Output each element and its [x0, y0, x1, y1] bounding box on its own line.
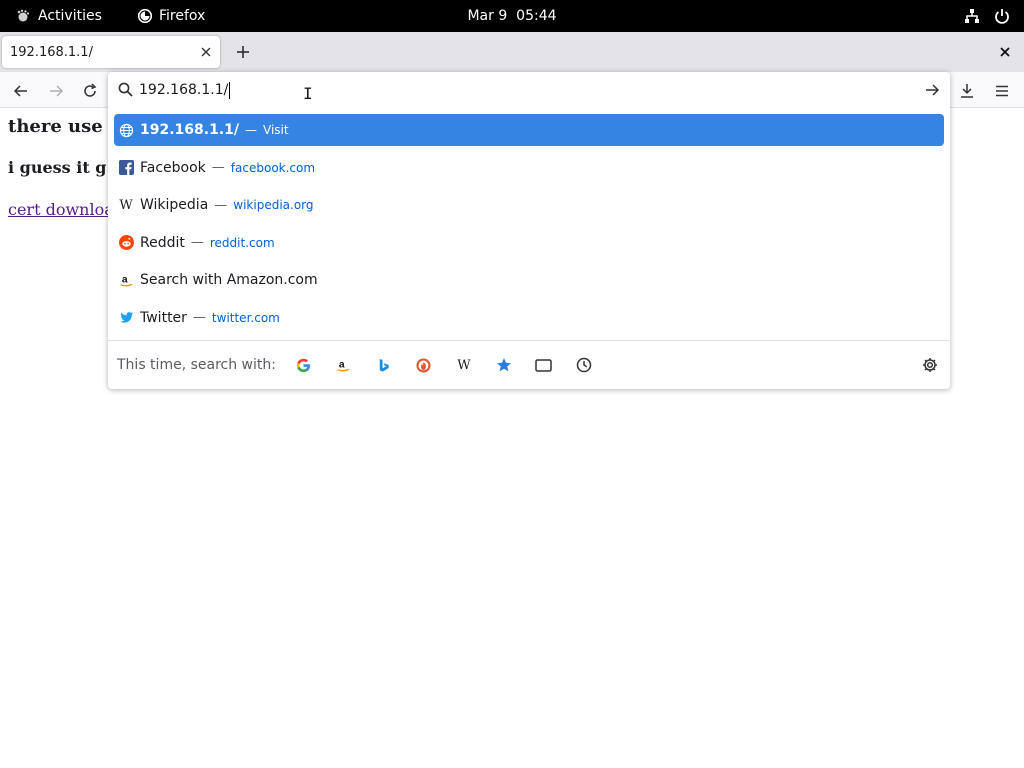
result-separator: —: [211, 160, 225, 176]
result-separator: —: [190, 235, 204, 251]
wikipedia-icon: W: [119, 197, 133, 213]
app-menu[interactable]: Firefox: [138, 0, 205, 32]
result-title: Facebook: [140, 159, 206, 176]
result-reddit-row[interactable]: Reddit — reddit.com: [114, 227, 944, 259]
text-caret: [229, 81, 231, 99]
oneoff-label: This time, search with:: [117, 357, 276, 373]
google-icon[interactable]: [290, 351, 318, 379]
tab-active[interactable]: 192.168.1.1/: [2, 36, 220, 68]
search-engine-buttons: a W: [290, 351, 598, 379]
search-icon: [118, 82, 133, 101]
urlbar-results: 192.168.1.1/ — Visit Facebook — facebook…: [114, 114, 944, 340]
result-wikipedia-row[interactable]: W Wikipedia — wikipedia.org: [114, 189, 944, 221]
result-title: Search with Amazon.com: [140, 272, 318, 289]
new-tab-icon[interactable]: [232, 41, 254, 63]
clock[interactable]: Mar 9 05:44: [467, 8, 556, 24]
result-facebook-row[interactable]: Facebook — facebook.com: [114, 152, 944, 184]
one-off-search-bar: This time, search with: a W: [108, 341, 950, 389]
system-top-bar: Activities Firefox Mar 9 05:44: [0, 0, 1024, 32]
tab-title: 192.168.1.1/: [10, 44, 93, 60]
result-url: reddit.com: [209, 235, 275, 250]
history-icon[interactable]: [570, 351, 598, 379]
amazon-icon: a: [118, 272, 134, 288]
reddit-icon: [118, 235, 134, 251]
result-title: Reddit: [140, 234, 185, 251]
forward-icon[interactable]: [43, 78, 69, 104]
result-amazon-search-row[interactable]: a Search with Amazon.com: [114, 264, 944, 296]
clock-time: 05:44: [516, 8, 557, 24]
result-separator: —: [192, 310, 206, 326]
gnome-foot-icon: [17, 9, 30, 22]
result-visit-row[interactable]: 192.168.1.1/ — Visit: [114, 114, 944, 146]
mouse-ibeam-cursor-icon: I: [303, 84, 313, 103]
window-close-icon[interactable]: [994, 41, 1016, 63]
duckduckgo-icon[interactable]: [410, 351, 438, 379]
search-settings-gear-icon[interactable]: [920, 355, 940, 375]
result-separator: —: [245, 123, 257, 137]
tab-strip: 192.168.1.1/: [0, 32, 1024, 72]
power-icon: [995, 9, 1009, 24]
svg-text:a: a: [121, 274, 127, 285]
twitter-icon: [118, 310, 134, 326]
bookmarks-icon[interactable]: [490, 351, 518, 379]
result-title: Wikipedia: [140, 197, 209, 214]
firefox-app-icon: [138, 9, 152, 23]
result-title: Twitter: [140, 309, 187, 326]
activities-button[interactable]: Activities: [16, 0, 102, 32]
svg-text:a: a: [339, 359, 345, 370]
network-icon: [965, 9, 979, 23]
go-arrow-icon[interactable]: [922, 80, 942, 100]
reload-icon[interactable]: [77, 78, 103, 104]
result-url: twitter.com: [211, 310, 280, 325]
result-title: 192.168.1.1/: [140, 122, 239, 138]
cert-download-link[interactable]: cert downloa: [8, 200, 114, 219]
system-tray[interactable]: [964, 0, 1010, 32]
result-url: wikipedia.org: [233, 198, 314, 213]
address-bar[interactable]: 192.168.1.1/ I: [108, 72, 950, 108]
amazon-icon[interactable]: a: [330, 351, 358, 379]
address-value: 192.168.1.1/: [139, 82, 229, 98]
app-name: Firefox: [159, 8, 206, 24]
page-subheading: i guess it g: [8, 158, 107, 177]
result-twitter-row[interactable]: Twitter — twitter.com: [114, 302, 944, 334]
tab-close-icon[interactable]: [198, 44, 214, 60]
globe-icon: [118, 122, 134, 138]
urlbar-popup: 192.168.1.1/ I 192.168.1.1/ — Visit Face…: [108, 72, 950, 389]
result-action: Visit: [263, 123, 289, 137]
tabs-icon[interactable]: [530, 351, 558, 379]
app-menu-icon[interactable]: [989, 78, 1015, 104]
activities-label: Activities: [38, 8, 102, 24]
wikipedia-icon[interactable]: W: [450, 351, 478, 379]
result-url: facebook.com: [230, 160, 316, 175]
facebook-icon: [118, 160, 134, 176]
downloads-icon[interactable]: [954, 78, 980, 104]
clock-date: Mar 9: [467, 8, 508, 24]
result-separator: —: [214, 197, 228, 213]
back-icon[interactable]: [8, 78, 34, 104]
address-input[interactable]: 192.168.1.1/: [139, 80, 231, 100]
page-heading: there use: [8, 116, 103, 137]
bing-icon[interactable]: [370, 351, 398, 379]
